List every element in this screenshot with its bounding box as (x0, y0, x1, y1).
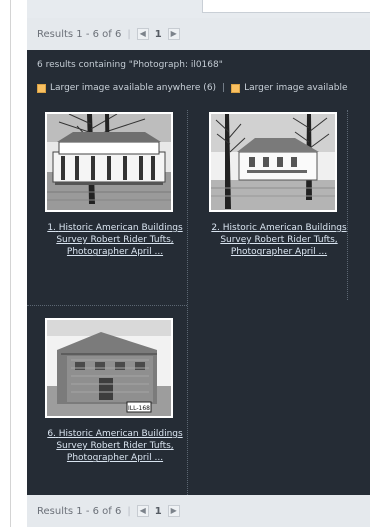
filter-label-1[interactable]: Larger image available anywhere (6) (50, 83, 216, 93)
result-card-2[interactable]: 2. Historic American Buildings Survey Ro… (209, 112, 349, 258)
pager-bottom-text: Results 1 - 6 of 6 (37, 505, 122, 517)
photo-house-1 (47, 114, 171, 210)
result-title-1: Historic American Buildings Survey Rober… (56, 223, 183, 258)
photo-house-2 (211, 114, 335, 210)
result-card-3[interactable]: ILL-168 6. Historic American Buildings S… (45, 318, 185, 464)
filter-row: Larger image available anywhere (6) | La… (37, 83, 348, 93)
pager-bottom-page[interactable]: 1 (155, 506, 162, 517)
result-link-3[interactable]: 6. Historic American Buildings Survey Ro… (45, 428, 185, 464)
results-panel: 6 results containing "Photograph: il0168… (27, 50, 370, 495)
pager-top: Results 1 - 6 of 6 | ◀ 1 ▶ (27, 18, 370, 50)
pager-bottom-prev-icon[interactable]: ◀ (136, 505, 149, 517)
result-thumbnail-2[interactable] (209, 112, 337, 212)
pager-bottom-separator: | (127, 505, 131, 517)
photo-building-3: ILL-168 (47, 320, 171, 416)
filter-checkbox-1[interactable] (37, 83, 46, 93)
filter-divider: | (222, 83, 226, 93)
results-summary: 6 results containing "Photograph: il0168… (37, 60, 223, 70)
pager-bottom-next-icon[interactable]: ▶ (167, 505, 180, 517)
pager-top-text: Results 1 - 6 of 6 (37, 28, 122, 40)
pager-top-next-icon[interactable]: ▶ (167, 28, 180, 40)
result-thumbnail-1[interactable] (45, 112, 173, 212)
pager-top-page[interactable]: 1 (155, 29, 162, 40)
results-page: Results 1 - 6 of 6 | ◀ 1 ▶ 6 results con… (0, 0, 370, 527)
photo-tag: ILL-168 (128, 405, 150, 412)
result-card-1[interactable]: 1. Historic American Buildings Survey Ro… (45, 112, 185, 258)
pager-top-separator: | (127, 28, 131, 40)
result-thumbnail-3[interactable]: ILL-168 (45, 318, 173, 418)
result-number-2: 2. (211, 223, 220, 233)
result-number-3: 6. (47, 429, 56, 439)
result-title-3: Historic American Buildings Survey Rober… (56, 429, 183, 464)
pager-top-prev-icon[interactable]: ◀ (136, 28, 149, 40)
top-strip (27, 0, 370, 19)
grid-row-divider (27, 305, 187, 307)
filter-checkbox-2[interactable] (231, 83, 241, 93)
top-strip-panel (202, 0, 370, 13)
grid-divider-1 (187, 110, 189, 495)
pager-bottom: Results 1 - 6 of 6 | ◀ 1 ▶ (27, 495, 370, 527)
result-link-2[interactable]: 2. Historic American Buildings Survey Ro… (209, 222, 349, 258)
result-link-1[interactable]: 1. Historic American Buildings Survey Ro… (45, 222, 185, 258)
result-title-2: Historic American Buildings Survey Rober… (220, 223, 347, 258)
result-number-1: 1. (47, 223, 56, 233)
left-rule (10, 0, 11, 527)
filter-label-2[interactable]: Larger image available (244, 83, 347, 93)
